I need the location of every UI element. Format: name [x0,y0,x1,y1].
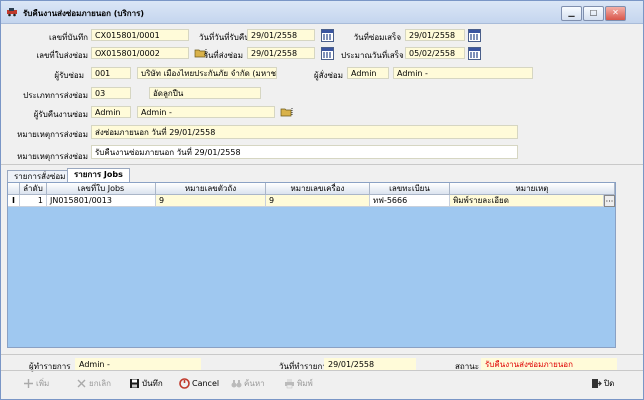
receive-date-label: วันที่วันที่รับคืน [199,33,250,42]
cancel-doc-button[interactable]: ยกเลิก [76,377,111,391]
maker-field: Admin - [75,358,201,370]
repair-type-name-field: อัดลูกปืน [149,87,261,99]
column-header[interactable]: หมายเลขเครื่อง [266,183,370,195]
repair-type-code-field[interactable]: 03 [91,87,131,99]
contractor-name-field: บริษัท เมืองไทยประกันภัย จำกัด (มหาชน) [137,67,277,79]
send-note-field[interactable]: ส่งซ่อมภายนอก วันที่ 29/01/2558 [91,125,518,139]
return-note-label: หมายเหตุการส่งซ่อม [17,152,88,161]
record-no-label: เลขที่บันทึก [48,33,88,42]
print-button[interactable]: พิมพ์ [284,377,313,391]
note-more-button[interactable]: ··· [604,195,615,207]
send-date-label: วันที่ส่งซ่อม [203,51,243,60]
transaction-date-field: 29/01/2558 [324,358,416,370]
save-icon [130,379,139,388]
return-note-field[interactable]: รับคืนงานซ่อมภายนอก วันที่ 29/01/2558 [91,145,518,159]
save-label: บันทึก [142,379,163,388]
binoculars-icon [231,380,242,388]
close-label: ปิด [604,379,615,388]
main-window: รับคืนงานส่งซ่อมภายนอก (บริการ) ▁ □ ✕ เล… [0,0,644,400]
column-header[interactable]: หมายเลขตัวถัง [156,183,266,195]
table-cell-note[interactable]: พิมพ์รายละเอียด [450,195,604,207]
estimate-date-calendar-icon[interactable] [468,47,481,60]
print-label: พิมพ์ [297,379,313,388]
close-button[interactable]: ปิด [591,377,614,391]
table-cell-seq[interactable]: 1 [20,195,47,207]
returner-label: ผู้รับคืนงานซ่อม [33,110,88,119]
record-no-field[interactable]: CX015801/0001 [91,29,189,41]
printer-icon [285,379,294,389]
app-car-icon [7,8,17,17]
finish-date-calendar-icon[interactable] [468,29,481,42]
tab-jobs[interactable]: รายการ Jobs [67,168,130,182]
maximize-button[interactable]: □ [583,6,604,21]
finish-date-label: วันที่ซ่อมเสร็จ [353,33,401,42]
estimate-date-field[interactable]: 05/02/2558 [405,47,465,59]
sender-code-field[interactable]: Admin [347,67,389,79]
receive-date-calendar-icon[interactable] [321,29,334,42]
toolbar-divider [1,370,643,371]
contractor-label: ผู้รับซ่อม [54,71,84,80]
search-label: ค้นหา [244,379,265,388]
estimate-date-label: ประมาณวันที่เสร็จ [341,51,404,60]
sender-name-field: Admin - [393,67,533,79]
send-note-label: หมายเหตุการส่งซ่อม [17,130,88,139]
save-button[interactable]: บันทึก [129,377,163,391]
column-header[interactable]: เลขทะเบียน [370,183,450,195]
state-label: สถานะ [455,362,479,371]
add-button[interactable]: เพิ่ม [23,377,49,391]
column-header[interactable]: หมายเหตุ [450,183,615,195]
cancel-button[interactable]: Cancel [179,377,219,391]
cancel-doc-icon [77,379,86,388]
receive-date-field[interactable]: 29/01/2558 [247,29,315,41]
add-label: เพิ่ม [36,379,50,388]
status-divider [1,354,643,355]
returner-code-field[interactable]: Admin [91,106,131,118]
add-icon [24,379,33,388]
returner-lookup-icon[interactable] [280,107,294,117]
search-button[interactable]: ค้นหา [231,377,265,391]
repair-type-label: ประเภทการส่งซ่อม [23,91,88,100]
column-header[interactable]: ลำดับ [20,183,47,195]
table-cell-job-no[interactable]: JN015801/0013 [47,195,156,207]
send-date-calendar-icon[interactable] [321,47,334,60]
window-title: รับคืนงานส่งซ่อมภายนอก (บริการ) [23,9,145,18]
close-window-button[interactable]: ✕ [605,6,626,21]
table-cell-chassis[interactable]: 9 [156,195,266,207]
cancel-icon [179,378,190,389]
column-header[interactable]: เลขที่ใบ Jobs [47,183,156,195]
send-date-field[interactable]: 29/01/2558 [247,47,315,59]
cancel-doc-label: ยกเลิก [89,379,112,388]
form-divider [1,164,643,165]
state-value: รับคืนงานส่งซ่อมภายนอก [481,358,617,370]
exit-door-icon [592,379,602,388]
send-doc-no-label: เลขที่ใบส่งซ่อม [36,51,88,60]
bottom-toolbar: เพิ่ม ยกเลิก บันทึก Cancel ค้นหา พิมพ์ ป… [1,373,643,395]
row-indicator[interactable]: I [8,195,20,207]
minimize-button[interactable]: ▁ [561,6,582,21]
table-cell-engine[interactable]: 9 [266,195,370,207]
tab-repair-items[interactable]: รายการสั่งซ่อม [7,170,73,182]
send-doc-no-field[interactable]: OX015801/0002 [91,47,189,59]
right-margin [625,182,643,348]
sender-label: ผู้สั่งซ่อม [314,71,343,80]
cancel-label: Cancel [192,379,220,388]
contractor-code-field[interactable]: 001 [91,67,131,79]
finish-date-field[interactable]: 29/01/2558 [405,29,465,41]
jobs-grid: ลำดับ เลขที่ใบ Jobs หมายเลขตัวถัง หมายเล… [7,182,616,348]
row-indicator-header [8,183,20,195]
returner-name-field: Admin - [137,106,275,118]
table-cell-plate[interactable]: ทฟ-5666 [370,195,450,207]
maker-label: ผู้ทำรายการ [29,362,71,371]
title-bar: รับคืนงานส่งซ่อมภายนอก (บริการ) ▁ □ ✕ [1,1,643,24]
